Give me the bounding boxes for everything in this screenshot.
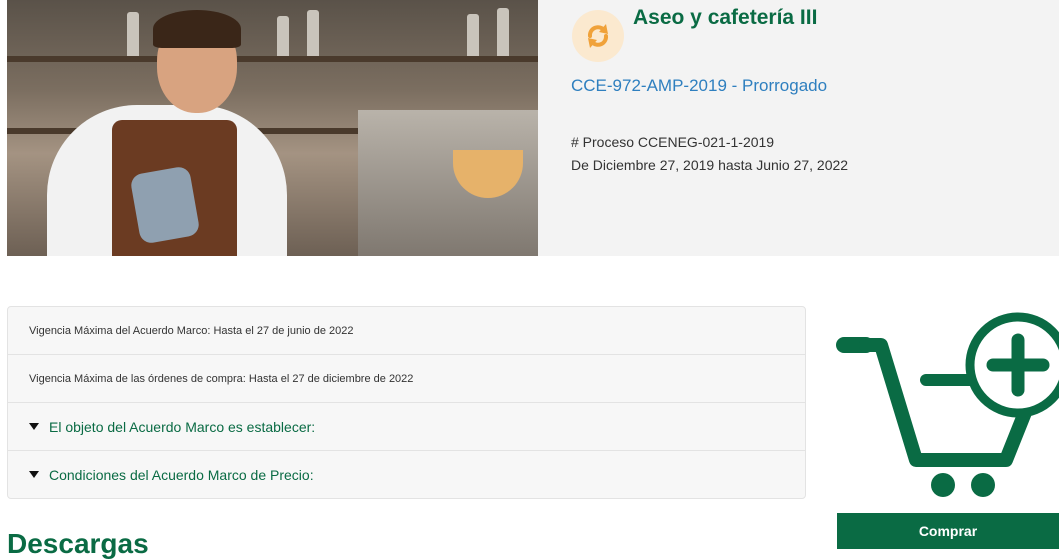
validity-dates: De Diciembre 27, 2019 hasta Junio 27, 20… (571, 157, 849, 173)
max-validity-agreement: Vigencia Máxima del Acuerdo Marco: Hasta… (8, 307, 805, 355)
toggle-label: El objeto del Acuerdo Marco es establece… (49, 418, 316, 435)
shelf (7, 56, 538, 62)
row-text: Vigencia Máxima de las órdenes de compra… (29, 372, 414, 385)
bottle (277, 16, 289, 56)
bottle (307, 10, 319, 56)
caret-down-icon (29, 471, 39, 478)
toggle-agreement-object[interactable]: El objeto del Acuerdo Marco es establece… (8, 403, 805, 451)
toggle-agreement-conditions[interactable]: Condiciones del Acuerdo Marco de Precio: (8, 451, 805, 498)
max-validity-orders: Vigencia Máxima de las órdenes de compra… (8, 355, 805, 403)
bottle (127, 12, 139, 56)
bottle (497, 8, 509, 56)
agreement-code: CCE-972-AMP-2019 - Prorrogado (571, 76, 828, 95)
page-title: Aseo y cafetería III (633, 6, 818, 29)
bottle (467, 14, 479, 56)
buy-button[interactable]: Comprar (837, 513, 1059, 549)
add-to-cart-icon[interactable] (836, 300, 1059, 505)
row-text: Vigencia Máxima del Acuerdo Marco: Hasta… (29, 324, 354, 337)
caret-down-icon (29, 423, 39, 430)
towel (129, 165, 201, 245)
barista-hair (153, 10, 241, 48)
refresh-icon (572, 10, 624, 62)
agreement-details-panel: Vigencia Máxima del Acuerdo Marco: Hasta… (7, 306, 806, 499)
process-number: # Proceso CCENEG-021-1-2019 (571, 134, 775, 150)
downloads-heading: Descargas (7, 528, 149, 559)
hero-image (7, 0, 538, 256)
toggle-label: Condiciones del Acuerdo Marco de Precio: (49, 466, 314, 483)
